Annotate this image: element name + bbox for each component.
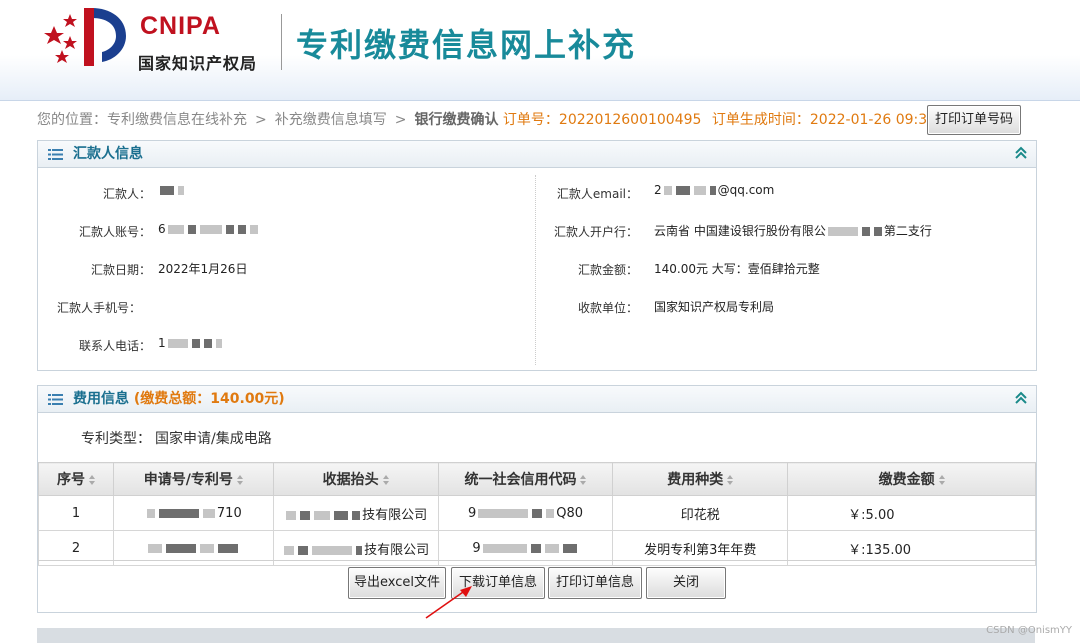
- cnipa-emblem-icon: [44, 8, 126, 66]
- patent-type: 专利类型： 国家申请/集成电路: [81, 428, 272, 448]
- breadcrumb-prefix: 您的位置：: [37, 112, 107, 128]
- close-button[interactable]: 关闭: [646, 567, 726, 599]
- cell-no: 1: [38, 495, 114, 531]
- sort-icon: [88, 475, 95, 485]
- remitter-account-value: 6: [158, 222, 260, 236]
- remit-date-label: 汇款日期：: [90, 263, 151, 277]
- amount-label: 汇款金额：: [577, 263, 638, 277]
- amount-value: 140.00元 大写：壹佰肆拾元整: [654, 262, 820, 276]
- sort-icon: [727, 475, 734, 485]
- remitter-email-value: 2 @qq.com: [654, 183, 775, 197]
- cell-receipt-title: 技有限公司: [272, 495, 439, 531]
- remitter-mobile-label: 汇款人手机号：: [56, 301, 141, 315]
- sort-icon: [938, 475, 945, 485]
- redacted-mask: [160, 186, 174, 195]
- order-time-label: 订单生成时间：: [711, 112, 810, 128]
- fee-panel-title: 费用信息 (缴费总额：140.00元): [73, 391, 285, 407]
- breadcrumb: 您的位置：专利缴费信息在线补充 > 补充缴费信息填写 > 银行缴费确认 订单号：2022…: [37, 108, 959, 132]
- remitter-account-label: 汇款人账号：: [78, 225, 151, 239]
- remitter-name-value: [158, 183, 186, 197]
- redacted-mask: [178, 186, 184, 195]
- remitter-panel-title: 汇款人信息: [73, 146, 143, 162]
- breadcrumb-item-current: 银行缴费确认: [414, 112, 499, 128]
- payee-unit-value: 国家知识产权局专利局: [654, 300, 775, 314]
- remitter-name-label: 汇款人：: [102, 187, 151, 201]
- cell-amount: ￥:5.00: [787, 495, 1036, 531]
- sort-icon: [236, 475, 243, 485]
- fee-panel-header: 费用信息 (缴费总额：140.00元): [38, 386, 1036, 413]
- collapse-up-icon[interactable]: [1014, 391, 1028, 405]
- order-no: 2022012600100495: [558, 112, 702, 128]
- col-header-fee-type[interactable]: 费用种类: [612, 462, 789, 496]
- remitter-email-label: 汇款人email：: [556, 187, 638, 201]
- watermark: CSDN @OnismYY: [986, 625, 1072, 636]
- logo-text-cn: 国家知识产权局: [138, 54, 258, 73]
- table-header-row: 序号 申请号/专利号 收据抬头 统一社会信用代码 费用种类 缴费金额: [38, 462, 1036, 496]
- cell-fee-type: 印花税: [612, 495, 789, 531]
- header-divider: [281, 14, 282, 70]
- cnipa-logo: CNIPA 国家知识产权局: [40, 4, 280, 73]
- remitter-panel: 汇款人信息 汇款人： 汇款人账号： 6 汇款日期： 2022年1月26日 汇款人…: [37, 140, 1037, 371]
- print-order-button[interactable]: 打印订单信息: [548, 567, 642, 599]
- remitter-panel-header: 汇款人信息: [38, 141, 1036, 168]
- page-footer-bar: [37, 628, 1035, 643]
- cell-app-no: 710: [112, 495, 274, 531]
- fee-table: 序号 申请号/专利号 收据抬头 统一社会信用代码 费用种类 缴费金额 1 710…: [38, 462, 1036, 566]
- site-header: CNIPA 国家知识产权局 专利缴费信息网上补充: [0, 0, 1080, 101]
- print-order-no-button[interactable]: 打印订单号码: [927, 105, 1021, 135]
- bank-label: 汇款人开户行：: [553, 225, 638, 239]
- collapse-up-icon[interactable]: [1014, 146, 1028, 160]
- col-header-app-no[interactable]: 申请号/专利号: [112, 462, 274, 496]
- site-title: 专利缴费信息网上补充: [296, 26, 637, 64]
- column-divider: [535, 175, 537, 365]
- list-icon: [48, 149, 63, 160]
- table-row[interactable]: 1 710 技有限公司 9 Q80 印花税 ￥:5.00: [38, 495, 1036, 531]
- sort-icon: [382, 475, 389, 485]
- table-footer-divider: [38, 560, 1036, 561]
- list-icon: [48, 394, 63, 405]
- annotation-arrow-icon: [425, 586, 472, 619]
- remit-date-value: 2022年1月26日: [158, 262, 248, 276]
- col-header-no[interactable]: 序号: [38, 462, 114, 496]
- cell-credit-code: 9 Q80: [437, 495, 614, 531]
- bank-value: 云南省 中国建设银行股份有限公 第二支行: [654, 224, 932, 238]
- col-header-credit-code[interactable]: 统一社会信用代码: [437, 462, 614, 496]
- contact-phone-label: 联系人电话：: [78, 339, 151, 353]
- payee-unit-label: 收款单位：: [577, 301, 638, 315]
- logo-text-en: CNIPA: [140, 12, 221, 40]
- sort-icon: [580, 475, 587, 485]
- col-header-receipt-title[interactable]: 收据抬头: [272, 462, 439, 496]
- fee-total: (缴费总额：140.00元): [133, 391, 285, 407]
- patent-type-label: 专利类型：: [81, 431, 151, 447]
- patent-type-value: 国家申请/集成电路: [155, 431, 272, 447]
- breadcrumb-sep: >: [255, 112, 267, 128]
- col-header-amount[interactable]: 缴费金额: [787, 462, 1036, 496]
- breadcrumb-item-online[interactable]: 专利缴费信息在线补充: [107, 112, 247, 128]
- breadcrumb-sep: >: [394, 112, 407, 128]
- contact-phone-value: 1: [158, 336, 224, 350]
- breadcrumb-item-fill[interactable]: 补充缴费信息填写: [275, 112, 387, 128]
- order-no-label: 订单号：: [502, 112, 559, 128]
